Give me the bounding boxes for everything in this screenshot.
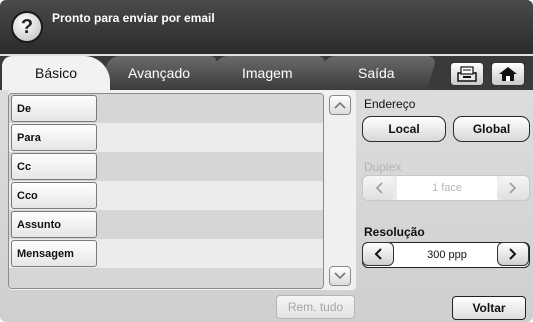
chevron-right-icon	[509, 248, 517, 260]
subject-button[interactable]: Assunto	[11, 211, 97, 238]
field-row-empty	[9, 268, 323, 288]
resolution-value: 300 ppp	[427, 249, 467, 261]
duplex-label: Duplex	[364, 160, 402, 174]
from-button[interactable]: De	[11, 95, 97, 122]
chevron-right-icon	[509, 182, 517, 194]
job-status-icon[interactable]	[450, 62, 484, 86]
chevron-left-icon	[375, 182, 383, 194]
back-button[interactable]: Voltar	[452, 296, 526, 320]
chevron-down-icon	[334, 272, 346, 280]
duplex-value: 1 face	[397, 176, 497, 200]
email-screen: ? Pronto para enviar por email Básico Av…	[0, 0, 533, 322]
header-bar: ? Pronto para enviar por email	[0, 0, 533, 54]
help-icon[interactable]: ?	[11, 11, 43, 43]
bcc-button[interactable]: Cco	[11, 182, 97, 209]
resolution-next-button[interactable]	[497, 242, 529, 266]
field-row-cc[interactable]: Cc	[9, 152, 323, 181]
field-row-from[interactable]: De	[9, 94, 323, 123]
tab-basico[interactable]: Básico	[2, 56, 110, 90]
email-fields-list: De Para Cc Cco Assunto Mensagem	[8, 93, 324, 289]
duplex-stepper: 1 face	[362, 175, 530, 201]
duplex-prev-button	[363, 176, 395, 200]
field-row-message[interactable]: Mensagem	[9, 239, 323, 268]
home-icon[interactable]	[491, 62, 525, 86]
message-button[interactable]: Mensagem	[11, 240, 97, 267]
tab-imagem[interactable]: Imagem	[206, 56, 328, 90]
local-address-button[interactable]: Local	[362, 116, 446, 142]
scroll-down-button[interactable]	[329, 266, 351, 286]
chevron-up-icon	[334, 101, 346, 109]
resolution-stepper: 300 ppp	[362, 242, 530, 268]
tab-saida[interactable]: Saída	[314, 56, 438, 90]
status-message: Pronto para enviar por email	[52, 11, 215, 25]
resolution-label: Resolução	[364, 225, 425, 239]
scroll-up-button[interactable]	[329, 95, 351, 115]
duplex-next-button	[497, 176, 529, 200]
cc-button[interactable]: Cc	[11, 153, 97, 180]
chevron-left-icon	[374, 248, 382, 260]
clear-all-button[interactable]: Rem. tudo	[276, 295, 355, 319]
field-row-bcc[interactable]: Cco	[9, 181, 323, 210]
tab-avancado[interactable]: Avançado	[98, 56, 220, 90]
field-row-subject[interactable]: Assunto	[9, 210, 323, 239]
to-button[interactable]: Para	[11, 124, 97, 151]
resolution-prev-button[interactable]	[362, 242, 394, 266]
address-label: Endereço	[364, 97, 416, 111]
field-row-to[interactable]: Para	[9, 123, 323, 152]
global-address-button[interactable]: Global	[453, 116, 530, 142]
